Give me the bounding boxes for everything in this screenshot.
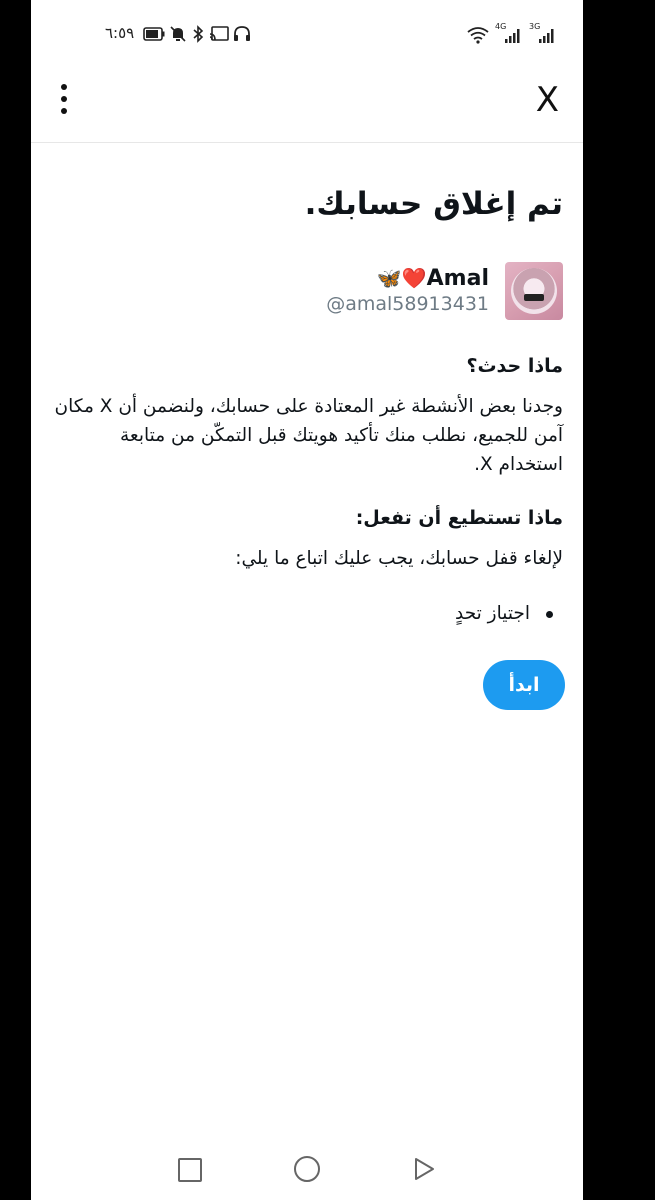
what-happened-heading: ماذا حدث؟ [466,355,563,377]
bluetooth-icon [193,25,204,43]
close-button[interactable]: X [536,80,559,120]
display-name: Amal❤️🦋 [377,264,489,293]
wifi-icon [467,27,489,44]
home-icon[interactable] [294,1156,320,1182]
phone-screen: ٦:٥٩ 4G 3G X تم إغلاق حسابك. Amal❤️🦋 @am… [31,0,583,1200]
what-happened-body: وجدنا بعض الأنشطة غير المعتادة على حسابك… [54,396,563,475]
user-handle: @amal58913431 [326,293,489,315]
back-icon[interactable] [411,1156,437,1182]
start-button[interactable]: ابدأ [483,660,565,710]
status-bar: ٦:٥٩ 4G 3G [31,0,583,68]
list-item-text: اجتياز تحدٍ [455,603,530,624]
what-you-can-do-heading: ماذا تستطيع أن تفعل: [355,507,563,529]
status-time: ٦:٥٩ [105,24,135,42]
signal-bars-icon [539,29,554,43]
status-icons [143,24,251,44]
what-you-can-do-body: لإلغاء قفل حسابك، يجب عليك اتباع ما يلي: [235,548,563,569]
avatar [505,262,563,320]
signal-1: 4G [495,22,523,44]
headphones-icon [234,26,250,41]
signal-bars-icon [505,29,520,43]
signal-2: 3G [529,22,557,44]
page-title: تم إغلاق حسابك. [304,186,563,222]
list-item: اجتياز تحدٍ [51,600,563,628]
display-name-text: Amal [426,266,489,291]
battery-icon [143,27,165,41]
cast-icon [209,26,229,41]
name-emojis: ❤️🦋 [376,266,427,290]
bullet-icon [546,610,553,618]
account-profile: Amal❤️🦋 @amal58913431 [63,262,563,324]
top-app-bar: X [31,68,583,143]
recents-icon[interactable] [178,1158,202,1182]
status-icons-right: 4G 3G [467,22,557,44]
more-options-icon[interactable] [55,82,75,118]
muted-bell-icon [170,26,186,42]
system-nav-bar [31,1140,583,1200]
